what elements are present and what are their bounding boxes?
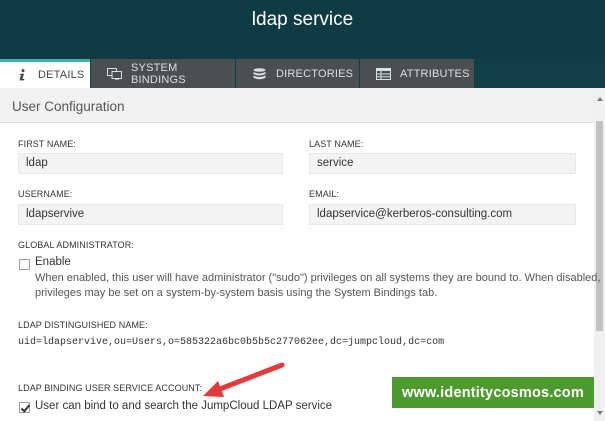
database-icon [252, 67, 267, 80]
ldap-dn-value: uid=ldapservive,ou=Users,o=585322a6bc0b5… [18, 337, 445, 348]
tab-system-bindings[interactable]: SYSTEM BINDINGS [91, 59, 235, 88]
last-name-label: LAST NAME: [309, 139, 364, 149]
scroll-down-arrow-icon[interactable] [597, 411, 603, 415]
tab-details[interactable]: DETAILS [0, 59, 90, 88]
tab-label: SYSTEM BINDINGS [131, 61, 186, 86]
username-field[interactable]: ldapservive [18, 204, 283, 225]
tab-attributes[interactable]: ATTRIBUTES [360, 59, 474, 88]
app-header: ldap service [0, 0, 605, 59]
scroll-thumb[interactable] [596, 121, 603, 331]
ldap-dn-label: LDAP DISTINGUISHED NAME: [18, 320, 148, 330]
last-name-field[interactable]: service [309, 153, 576, 174]
email-label: EMAIL: [309, 189, 340, 199]
email-field[interactable]: ldapservice@kerberos-consulting.com [309, 204, 576, 225]
tab-directories[interactable]: DIRECTORIES [236, 59, 359, 88]
global-admin-checkbox[interactable] [19, 259, 30, 270]
username-label: USERNAME: [18, 189, 73, 199]
scroll-up-arrow-icon[interactable] [597, 97, 603, 101]
ldap-binding-checkbox[interactable] [19, 402, 30, 413]
tab-label: DETAILS [38, 69, 85, 81]
watermark-banner: www.identitycosmos.com [392, 377, 594, 408]
monitor-icon [107, 67, 122, 80]
table-icon [376, 67, 391, 80]
tab-bar: DETAILS SYSTEM BINDINGS DIRECTORIES ATTR… [0, 59, 605, 88]
ldap-binding-option: User can bind to and search the JumpClou… [35, 400, 333, 412]
vertical-scrollbar[interactable] [594, 88, 605, 421]
global-admin-label: GLOBAL ADMINISTRATOR: [18, 240, 134, 250]
section-title: User Configuration [12, 99, 125, 114]
global-admin-description-line1: When enabled, this user will have admini… [35, 272, 601, 284]
tab-label: ATTRIBUTES [400, 67, 470, 80]
annotation-arrow-icon [203, 362, 285, 397]
section-header: User Configuration [0, 88, 605, 123]
page-title: ldap service [251, 9, 354, 30]
first-name-field[interactable]: ldap [18, 153, 283, 174]
global-admin-description-line2: privileges may be set on a system-by-sys… [35, 287, 438, 299]
tab-label: DIRECTORIES [276, 67, 354, 80]
info-icon [14, 69, 29, 81]
global-admin-option: Enable [35, 256, 71, 268]
ldap-binding-label: LDAP BINDING USER SERVICE ACCOUNT: [18, 383, 203, 393]
first-name-label: FIRST NAME: [18, 139, 76, 149]
